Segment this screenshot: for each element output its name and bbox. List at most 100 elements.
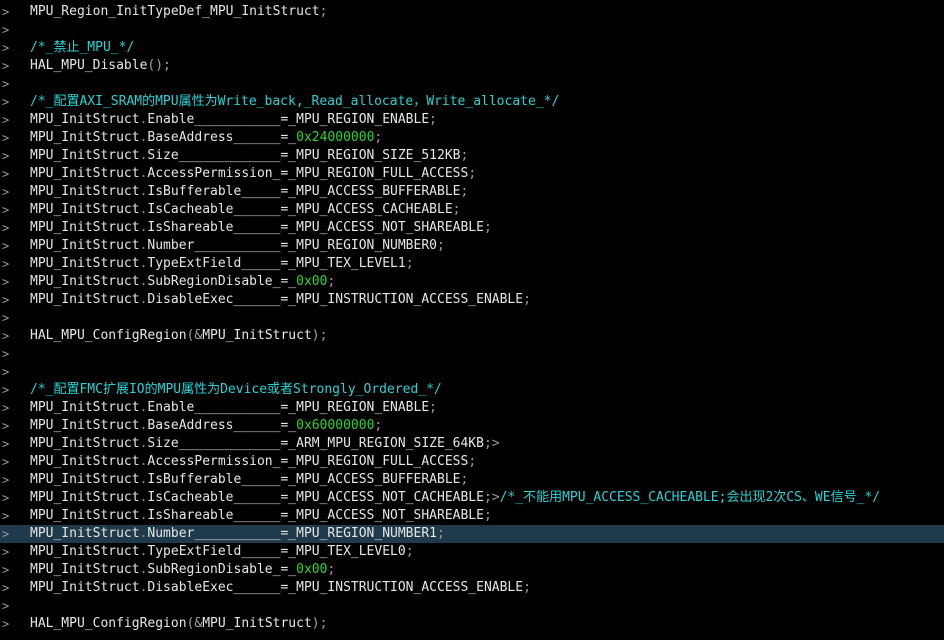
code-line[interactable]: > MPU_InitStruct.SubRegionDisable_=_0x00;: [0, 561, 944, 579]
fold-chevron-icon[interactable]: >: [2, 165, 14, 183]
code-text: MPU_InitStruct.AccessPermission_=_MPU_RE…: [30, 453, 476, 471]
code-text: /*_配置AXI_SRAM的MPU属性为Write_back,_Read_all…: [30, 93, 559, 111]
fold-chevron-icon[interactable]: >: [2, 489, 14, 507]
fold-chevron-icon[interactable]: >: [2, 597, 14, 615]
code-text: MPU_InitStruct.SubRegionDisable_=_0x00;: [30, 561, 335, 579]
code-line[interactable]: > HAL_MPU_Disable();: [0, 57, 944, 75]
code-line[interactable]: > MPU_InitStruct.Number___________=_MPU_R…: [0, 237, 944, 255]
code-line[interactable]: > MPU_InitStruct.AccessPermission_=_MPU_R…: [0, 165, 944, 183]
fold-chevron-icon[interactable]: >: [2, 363, 14, 381]
fold-chevron-icon[interactable]: >: [2, 543, 14, 561]
token-punct: ;: [374, 130, 383, 145]
code-line[interactable]: > MPU_InitStruct.BaseAddress______=_0x240…: [0, 129, 944, 147]
code-line[interactable]: > MPU_InitStruct.Number___________=_MPU_R…: [0, 525, 944, 543]
code-text: MPU_InitStruct.TypeExtField_____=_MPU_TE…: [30, 543, 414, 561]
code-text: MPU_InitStruct.Enable___________=_MPU_RE…: [30, 399, 437, 417]
code-text: HAL_MPU_ConfigRegion(&MPU_InitStruct);: [30, 327, 327, 345]
token-punct: ;: [327, 562, 336, 577]
code-line[interactable]: > MPU_InitStruct.IsShareable______=_MPU_A…: [0, 219, 944, 237]
token-text: MPU_InitStruct: [30, 526, 140, 541]
fold-chevron-icon[interactable]: >: [2, 453, 14, 471]
token-num: 0x00: [296, 562, 328, 577]
code-line[interactable]: > MPU_Region_InitTypeDef_MPU_InitStruct;: [0, 3, 944, 21]
token-text: MPU_InitStruct: [30, 238, 140, 253]
code-line[interactable]: >: [0, 309, 944, 327]
fold-chevron-icon[interactable]: >: [2, 111, 14, 129]
code-line[interactable]: > MPU_InitStruct.TypeExtField_____=_MPU_T…: [0, 543, 944, 561]
fold-chevron-icon[interactable]: >: [2, 273, 14, 291]
code-line[interactable]: > MPU_InitStruct.IsBufferable_____=_MPU_A…: [0, 183, 944, 201]
token-text: MPU_InitStruct: [30, 436, 140, 451]
code-line[interactable]: > MPU_InitStruct.Enable___________=_MPU_R…: [0, 399, 944, 417]
fold-chevron-icon[interactable]: >: [2, 399, 14, 417]
token-text: MPU_InitStruct: [202, 328, 312, 343]
fold-chevron-icon[interactable]: >: [2, 75, 14, 93]
code-line[interactable]: > MPU_InitStruct.DisableExec______=_MPU_I…: [0, 579, 944, 597]
code-line[interactable]: >: [0, 597, 944, 615]
fold-chevron-icon[interactable]: >: [2, 219, 14, 237]
fold-chevron-icon[interactable]: >: [2, 345, 14, 363]
code-line[interactable]: > /*_禁止_MPU_*/: [0, 39, 944, 57]
token-text: BaseAddress______=_: [147, 130, 297, 145]
token-punct: ();: [147, 58, 171, 73]
code-line[interactable]: > /*_配置FMC扩展IO的MPU属性为Device或者Strongly_Ord…: [0, 381, 944, 399]
fold-chevron-icon[interactable]: >: [2, 3, 14, 21]
code-line[interactable]: > HAL_MPU_ConfigRegion(&MPU_InitStruct);: [0, 327, 944, 345]
code-text: MPU_InitStruct.DisableExec______=_MPU_IN…: [30, 291, 531, 309]
code-line[interactable]: > MPU_InitStruct.IsCacheable______=_MPU_A…: [0, 201, 944, 219]
code-editor[interactable]: > MPU_Region_InitTypeDef_MPU_InitStruct; >…: [0, 0, 944, 640]
fold-chevron-icon[interactable]: >: [2, 39, 14, 57]
fold-chevron-icon[interactable]: >: [2, 525, 14, 543]
fold-chevron-icon[interactable]: >: [2, 417, 14, 435]
fold-chevron-icon[interactable]: >: [2, 237, 14, 255]
fold-chevron-icon[interactable]: >: [2, 93, 14, 111]
fold-chevron-icon[interactable]: >: [2, 147, 14, 165]
fold-chevron-icon[interactable]: >: [2, 57, 14, 75]
fold-chevron-icon[interactable]: >: [2, 615, 14, 633]
token-text: MPU_InitStruct: [30, 166, 140, 181]
code-line[interactable]: > MPU_InitStruct.SubRegionDisable_=_0x00;: [0, 273, 944, 291]
fold-chevron-icon[interactable]: >: [2, 129, 14, 147]
code-line[interactable]: > MPU_InitStruct.Enable___________=_MPU_R…: [0, 111, 944, 129]
fold-chevron-icon[interactable]: >: [2, 21, 14, 39]
code-line[interactable]: > MPU_InitStruct.DisableExec______=_MPU_I…: [0, 291, 944, 309]
code-line[interactable]: > MPU_InitStruct.BaseAddress______=_0x600…: [0, 417, 944, 435]
fold-chevron-icon[interactable]: >: [2, 579, 14, 597]
token-text: TypeExtField_____=_MPU_TEX_LEVEL0: [147, 544, 406, 559]
code-line[interactable]: > MPU_InitStruct.Size_____________=_MPU_R…: [0, 147, 944, 165]
token-text: MPU_InitStruct: [30, 418, 140, 433]
code-text: MPU_InitStruct.SubRegionDisable_=_0x00;: [30, 273, 335, 291]
code-line[interactable]: >: [0, 21, 944, 39]
code-line[interactable]: > /*_配置AXI_SRAM的MPU属性为Write_back,_Read_al…: [0, 93, 944, 111]
code-line[interactable]: >: [0, 75, 944, 93]
token-num: 0x00: [296, 274, 328, 289]
code-text: MPU_InitStruct.IsShareable______=_MPU_AC…: [30, 507, 492, 525]
code-line[interactable]: >: [0, 345, 944, 363]
token-num: 0x60000000: [296, 418, 375, 433]
fold-chevron-icon[interactable]: >: [2, 507, 14, 525]
fold-chevron-icon[interactable]: >: [2, 561, 14, 579]
fold-chevron-icon[interactable]: >: [2, 381, 14, 399]
fold-chevron-icon[interactable]: >: [2, 255, 14, 273]
code-line[interactable]: > MPU_InitStruct.IsCacheable______=_MPU_A…: [0, 489, 944, 507]
fold-chevron-icon[interactable]: >: [2, 327, 14, 345]
token-comment: /*_配置AXI_SRAM的MPU属性为Write_back,_Read_all…: [30, 94, 560, 109]
fold-chevron-icon[interactable]: >: [2, 309, 14, 327]
token-punct: ;: [460, 148, 469, 163]
code-line[interactable]: > MPU_InitStruct.AccessPermission_=_MPU_R…: [0, 453, 944, 471]
code-line[interactable]: > HAL_MPU_ConfigRegion(&MPU_InitStruct);: [0, 615, 944, 633]
fold-chevron-icon[interactable]: >: [2, 183, 14, 201]
token-text: IsBufferable_____=_MPU_ACCESS_BUFFERABLE: [147, 184, 461, 199]
code-line[interactable]: > MPU_InitStruct.IsShareable______=_MPU_A…: [0, 507, 944, 525]
code-line[interactable]: >: [0, 363, 944, 381]
code-line[interactable]: > MPU_InitStruct.Size_____________=_ARM_M…: [0, 435, 944, 453]
code-text: MPU_InitStruct.Enable___________=_MPU_RE…: [30, 111, 437, 129]
token-text: TypeExtField_____=_MPU_TEX_LEVEL1: [147, 256, 406, 271]
code-line[interactable]: > MPU_InitStruct.IsBufferable_____=_MPU_A…: [0, 471, 944, 489]
fold-chevron-icon[interactable]: >: [2, 435, 14, 453]
fold-chevron-icon[interactable]: >: [2, 201, 14, 219]
token-text: DisableExec______=_MPU_INSTRUCTION_ACCES…: [147, 292, 524, 307]
fold-chevron-icon[interactable]: >: [2, 471, 14, 489]
fold-chevron-icon[interactable]: >: [2, 291, 14, 309]
code-line[interactable]: > MPU_InitStruct.TypeExtField_____=_MPU_T…: [0, 255, 944, 273]
